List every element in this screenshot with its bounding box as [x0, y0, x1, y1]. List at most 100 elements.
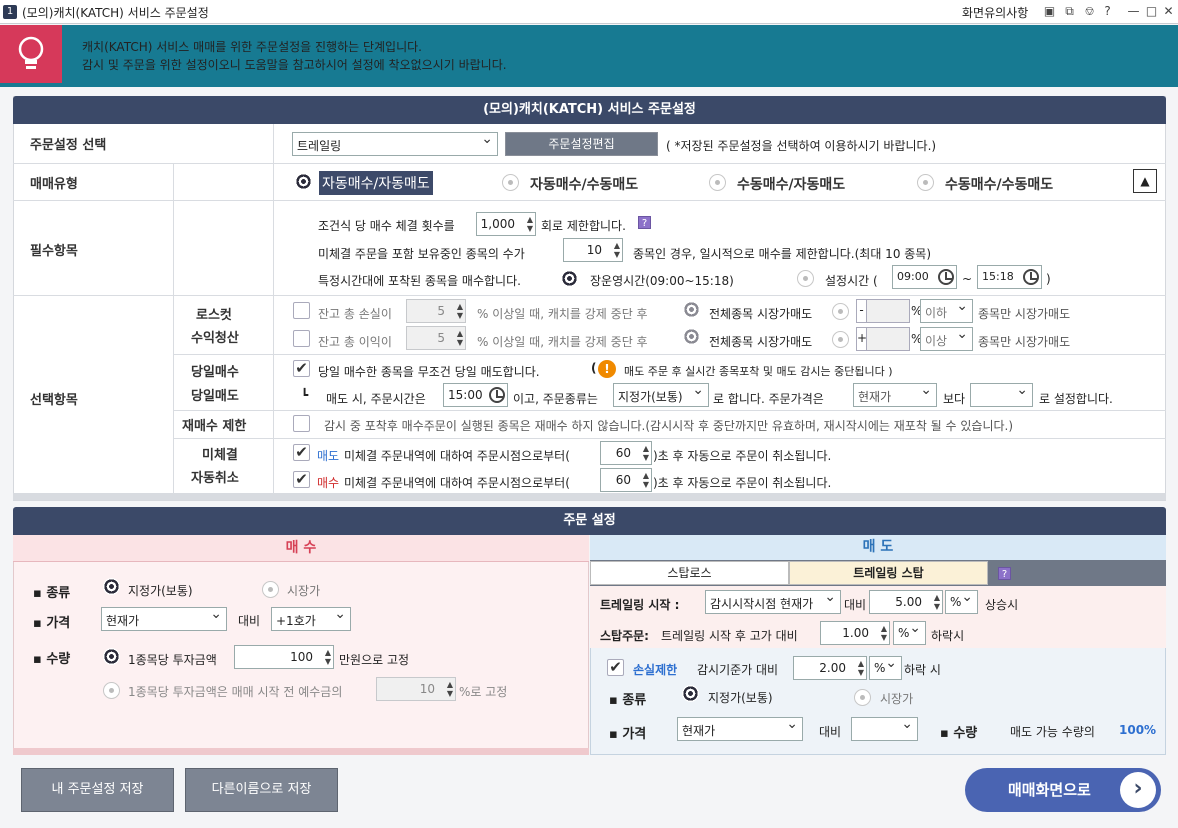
- buy-pct-radio[interactable]: [103, 682, 120, 699]
- save-as-button[interactable]: 다른이름으로 저장: [185, 768, 338, 812]
- holding-limit-input[interactable]: 10 ▲ ▼: [563, 238, 623, 262]
- unfilled-sell-post: )초 후 자동으로 주문이 취소됩니다.: [653, 449, 832, 463]
- profit-partial-radio[interactable]: [832, 331, 849, 348]
- save-settings-button[interactable]: 내 주문설정 저장: [21, 768, 174, 812]
- trade-type-radio-1[interactable]: [295, 171, 312, 190]
- trade-type-label-3[interactable]: 수동매수/자동매도: [737, 174, 845, 194]
- trail-start-label: 트레일링 시작 :: [600, 598, 680, 612]
- trailing-stop-tab[interactable]: 트레일링 스탑: [789, 561, 988, 585]
- loss-limit-input[interactable]: 2.00 ▲ ▼: [793, 656, 867, 680]
- buy-limit-label[interactable]: 지정가(보통): [128, 582, 193, 599]
- profit-threshold-input[interactable]: +: [856, 327, 910, 351]
- sameday-price-select[interactable]: 현재가: [853, 383, 937, 407]
- unfilled-sell-checkbox[interactable]: [293, 444, 310, 461]
- settings-footer-bar: [13, 493, 1166, 500]
- rebuy-checkbox[interactable]: [293, 415, 310, 432]
- stop-order-text: 트레일링 시작 후 고가 대비: [661, 629, 798, 643]
- buy-pct-unit: %로 고정: [459, 685, 508, 699]
- warning-icon: !: [598, 360, 616, 378]
- maximize-icon[interactable]: □: [1145, 5, 1158, 18]
- sameday-order-type-select[interactable]: 지정가(보통): [613, 383, 709, 407]
- pin-icon[interactable]: ⎊: [1083, 5, 1096, 18]
- loss-partial-radio[interactable]: [832, 303, 849, 320]
- profit-checkbox[interactable]: [293, 330, 310, 347]
- loss-threshold-input[interactable]: -: [856, 299, 910, 323]
- layout-icon[interactable]: ▣: [1043, 5, 1056, 18]
- sell-price-select[interactable]: 현재가: [677, 717, 803, 741]
- market-hours-radio[interactable]: [561, 268, 578, 287]
- buy-fixed-amount-label[interactable]: 1종목당 투자금액: [128, 651, 217, 668]
- sameday-time-input[interactable]: 15:00: [443, 383, 508, 407]
- profit-text-pre: 잔고 총 이익이: [318, 335, 392, 349]
- custom-time-radio[interactable]: [797, 270, 814, 287]
- buy-market-label[interactable]: 시장가: [287, 582, 320, 599]
- profit-all-sell-radio[interactable]: [683, 326, 700, 345]
- minimize-icon[interactable]: —: [1127, 5, 1140, 18]
- arrow-right-icon[interactable]: ›: [1120, 772, 1156, 808]
- unfilled-buy-checkbox[interactable]: [293, 471, 310, 488]
- banner-text-1: 캐치(KATCH) 서비스 매매를 위한 주문설정을 진행하는 단계입니다.: [82, 40, 422, 54]
- time-close: ): [1046, 272, 1051, 286]
- buy-kind-label: ▪ 종류: [33, 586, 71, 601]
- loss-checkbox[interactable]: [293, 302, 310, 319]
- trade-type-label-1[interactable]: 자동매수/자동매도: [319, 171, 433, 195]
- optional-label: 선택항목: [30, 393, 78, 408]
- loss-pct-input[interactable]: 5 ▲ ▼: [406, 299, 466, 323]
- buy-pct-label[interactable]: 1종목당 투자금액은 매매 시작 전 예수금의: [128, 683, 342, 700]
- sell-market-radio[interactable]: [854, 689, 871, 706]
- loss-limit-checkbox[interactable]: [607, 659, 624, 676]
- sell-qty-text: 매도 가능 수량의: [1010, 725, 1095, 739]
- loss-text-post: % 이상일 때, 캐치를 강제 중단 후: [477, 307, 648, 321]
- market-hours-label[interactable]: 장운영시간(09:00~15:18): [590, 272, 734, 289]
- restore-icon[interactable]: ⧉: [1063, 5, 1076, 18]
- stop-value-input[interactable]: 1.00 ▲ ▼: [820, 621, 890, 645]
- help-question-icon[interactable]: ?: [638, 216, 651, 229]
- trade-type-radio-2[interactable]: [502, 174, 519, 191]
- buy-fixed-amount-radio[interactable]: [103, 646, 120, 665]
- start-time-input[interactable]: 09:00: [892, 265, 957, 289]
- profit-compare-select[interactable]: 이상: [920, 327, 973, 351]
- buy-market-radio[interactable]: [262, 581, 279, 598]
- order-setting-select[interactable]: 트레일링: [292, 132, 498, 156]
- notice-link[interactable]: 화면유의사항: [962, 4, 1028, 21]
- sameday-checkbox[interactable]: [293, 360, 310, 377]
- trade-type-radio-3[interactable]: [709, 174, 726, 191]
- trade-type-radio-4[interactable]: [917, 174, 934, 191]
- sameday-sell-label: 당일매도: [191, 389, 239, 404]
- trail-value-input[interactable]: 5.00 ▲ ▼: [869, 590, 943, 614]
- sell-limit-radio[interactable]: [682, 683, 699, 702]
- settings-header: (모의)캐치(KATCH) 서비스 주문설정: [13, 96, 1166, 124]
- help-icon[interactable]: ?: [1101, 5, 1114, 18]
- trail-unit-select[interactable]: %: [945, 590, 978, 614]
- buy-count-limit-input[interactable]: 1,000 ▲ ▼: [476, 212, 536, 236]
- buy-compare-select[interactable]: +1호가: [271, 607, 351, 631]
- end-time-input[interactable]: 15:18: [977, 265, 1042, 289]
- profit-text-post: % 이상일 때, 캐치를 강제 중단 후: [477, 335, 648, 349]
- trade-type-label-2[interactable]: 자동매수/수동매도: [530, 174, 638, 194]
- custom-time-label[interactable]: 설정시간 (: [825, 272, 878, 289]
- loss-compare-select[interactable]: 이하: [920, 299, 973, 323]
- buy-price-select[interactable]: 현재가: [101, 607, 227, 631]
- profit-all-sell-label[interactable]: 전체종목 시장가매도: [709, 333, 812, 350]
- buy-pct-input[interactable]: 10 ▲ ▼: [376, 677, 456, 701]
- loss-limit-unit-select[interactable]: %: [869, 656, 902, 680]
- profit-pct-input[interactable]: 5 ▲ ▼: [406, 326, 466, 350]
- close-icon[interactable]: ✕: [1162, 5, 1175, 18]
- unfilled-buy-seconds-input[interactable]: 60 ▲ ▼: [600, 468, 652, 492]
- collapse-icon[interactable]: ▲: [1133, 169, 1157, 193]
- sell-market-label[interactable]: 시장가: [880, 690, 913, 707]
- order-setting-edit-button[interactable]: 주문설정편집: [505, 132, 658, 156]
- buy-limit-radio[interactable]: [103, 576, 120, 595]
- sell-compare-select[interactable]: [851, 717, 918, 741]
- loss-all-sell-radio[interactable]: [683, 299, 700, 318]
- stop-unit-select[interactable]: %: [893, 621, 926, 645]
- buy-amount-input[interactable]: 100 ▲ ▼: [234, 645, 334, 669]
- sell-help-icon[interactable]: ?: [998, 567, 1011, 580]
- sell-limit-label[interactable]: 지정가(보통): [708, 689, 773, 706]
- unfilled-sell-seconds-input[interactable]: 60 ▲ ▼: [600, 441, 652, 465]
- loss-all-sell-label[interactable]: 전체종목 시장가매도: [709, 305, 812, 322]
- sameday-offset-select[interactable]: [970, 383, 1033, 407]
- trade-type-label-4[interactable]: 수동매수/수동매도: [945, 174, 1053, 194]
- trail-base-select[interactable]: 감시시작시점 현재가: [705, 590, 841, 614]
- stoploss-tab[interactable]: 스탑로스: [590, 561, 789, 585]
